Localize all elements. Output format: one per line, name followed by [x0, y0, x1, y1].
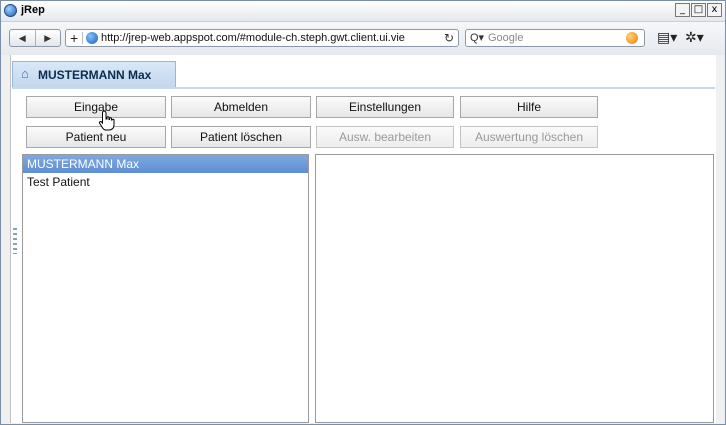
auswertung-loeschen-button[interactable]: Auswertung löschen	[460, 126, 598, 148]
patient-tab[interactable]: ⌂ MUSTERMANN Max	[12, 61, 176, 87]
forward-icon[interactable]: ▶	[36, 30, 61, 46]
window-controls: _ □ x	[675, 3, 722, 17]
detail-panel	[315, 154, 714, 423]
back-forward-group: ◀ ▶	[9, 29, 61, 47]
window-title: jRep	[21, 4, 45, 16]
page-menu-icon[interactable]: ▤▾	[657, 29, 677, 45]
patient-loeschen-button[interactable]: Patient löschen	[171, 126, 311, 148]
home-icon: ⌂	[21, 66, 29, 81]
splitter-handle[interactable]	[13, 228, 17, 254]
tools-menu-icon[interactable]: ✲▾	[685, 29, 704, 45]
add-bookmark-icon[interactable]: +	[70, 30, 78, 46]
back-icon[interactable]: ◀	[10, 30, 36, 46]
search-engine-dropdown[interactable]: Q▾	[470, 31, 484, 44]
reload-icon[interactable]: ↻	[444, 30, 454, 46]
globe-icon	[86, 32, 98, 44]
tab-underline	[12, 87, 715, 89]
search-go-icon[interactable]	[626, 32, 638, 44]
hand-cursor-icon	[98, 110, 115, 131]
list-item[interactable]: Test Patient	[23, 173, 308, 191]
patient-tab-label: MUSTERMANN Max	[38, 68, 152, 82]
app-icon	[4, 4, 17, 17]
patient-list: MUSTERMANN Max Test Patient	[22, 154, 309, 423]
hilfe-button[interactable]: Hilfe	[460, 96, 598, 118]
close-button[interactable]: x	[707, 3, 722, 17]
abmelden-button[interactable]: Abmelden	[171, 96, 311, 118]
navigation-bar: ◀ ▶ + http://jrep-web.appspot.com/#modul…	[1, 22, 725, 55]
maximize-button[interactable]: □	[691, 3, 706, 17]
eingabe-button[interactable]: Eingabe	[26, 96, 166, 118]
title-bar: jRep _ □ x	[1, 1, 725, 22]
minimize-button[interactable]: _	[675, 3, 690, 17]
address-divider	[82, 32, 83, 44]
search-box[interactable]: Q▾ Google	[465, 29, 645, 47]
url-text[interactable]: http://jrep-web.appspot.com/#module-ch.s…	[101, 32, 436, 44]
patient-neu-button[interactable]: Patient neu	[26, 126, 166, 148]
search-input[interactable]: Google	[488, 32, 523, 44]
einstellungen-button[interactable]: Einstellungen	[316, 96, 454, 118]
address-bar[interactable]: + http://jrep-web.appspot.com/#module-ch…	[65, 29, 459, 47]
list-item[interactable]: MUSTERMANN Max	[23, 155, 308, 173]
ausw-bearbeiten-button[interactable]: Ausw. bearbeiten	[316, 126, 454, 148]
